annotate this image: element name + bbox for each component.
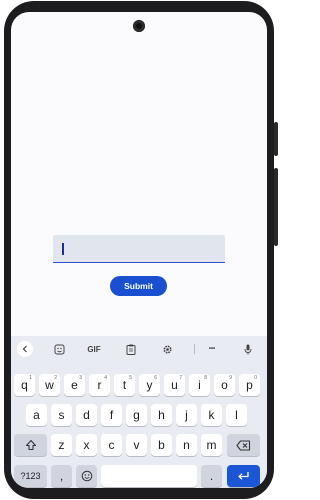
key-x[interactable]: x xyxy=(76,434,97,456)
key-h[interactable]: h xyxy=(151,404,172,426)
clipboard-icon[interactable] xyxy=(123,341,139,357)
key-s[interactable]: s xyxy=(51,404,72,426)
key-b[interactable]: b xyxy=(151,434,172,456)
key-f[interactable]: f xyxy=(101,404,122,426)
sticker-icon[interactable] xyxy=(51,341,67,357)
key-z[interactable]: z xyxy=(51,434,72,456)
shift-icon xyxy=(25,439,36,451)
key-k[interactable]: k xyxy=(201,404,222,426)
key-t[interactable]: t5 xyxy=(114,374,135,396)
key-v[interactable]: v xyxy=(126,434,147,456)
shift-key[interactable] xyxy=(14,434,47,456)
symbols-key[interactable]: ?123 xyxy=(14,465,47,487)
volume-button xyxy=(274,168,278,246)
more-button[interactable]: ••• xyxy=(203,341,221,357)
key-n[interactable]: n xyxy=(176,434,197,456)
key-a[interactable]: a xyxy=(26,404,47,426)
key-o[interactable]: o9 xyxy=(214,374,235,396)
key-j[interactable]: j xyxy=(176,404,197,426)
power-button xyxy=(274,122,278,156)
text-input[interactable] xyxy=(53,235,225,263)
space-bar[interactable] xyxy=(101,465,197,487)
comma-key[interactable]: , xyxy=(51,465,72,487)
gif-button[interactable]: GIF xyxy=(83,341,105,357)
key-e[interactable]: e3 xyxy=(64,374,85,396)
key-w[interactable]: w2 xyxy=(39,374,60,396)
screen: Submit GIF ••• q1 w2 e3 r 4 t 5 y 6 u 7 … xyxy=(11,12,267,488)
microphone-icon[interactable] xyxy=(241,341,255,357)
keyboard: GIF ••• q1 w2 e3 r4 t5 y6 u7 i8 o9 p0 a … xyxy=(11,336,267,488)
key-m[interactable]: m xyxy=(201,434,222,456)
key-c[interactable]: c xyxy=(101,434,122,456)
emoji-icon xyxy=(81,470,92,482)
enter-key[interactable] xyxy=(227,465,260,487)
text-cursor xyxy=(62,243,64,255)
key-p[interactable]: p0 xyxy=(239,374,260,396)
key-d[interactable]: d xyxy=(76,404,97,426)
key-g[interactable]: g xyxy=(126,404,147,426)
submit-button[interactable]: Submit xyxy=(110,276,167,296)
key-l[interactable]: l xyxy=(226,404,247,426)
key-q[interactable]: q1 xyxy=(14,374,35,396)
key-r[interactable]: r4 xyxy=(89,374,110,396)
period-key[interactable]: . xyxy=(201,465,222,487)
keyboard-toolbar: GIF ••• xyxy=(11,338,267,360)
toolbar-divider xyxy=(194,344,195,354)
gear-icon[interactable] xyxy=(159,341,175,357)
key-i[interactable]: i8 xyxy=(189,374,210,396)
chevron-left-icon[interactable] xyxy=(17,341,33,357)
key-u[interactable]: u7 xyxy=(164,374,185,396)
key-y[interactable]: y6 xyxy=(139,374,160,396)
emoji-key[interactable] xyxy=(76,465,97,487)
front-camera xyxy=(133,20,145,32)
backspace-icon xyxy=(236,439,251,451)
backspace-key[interactable] xyxy=(227,434,260,456)
enter-icon xyxy=(238,472,249,480)
